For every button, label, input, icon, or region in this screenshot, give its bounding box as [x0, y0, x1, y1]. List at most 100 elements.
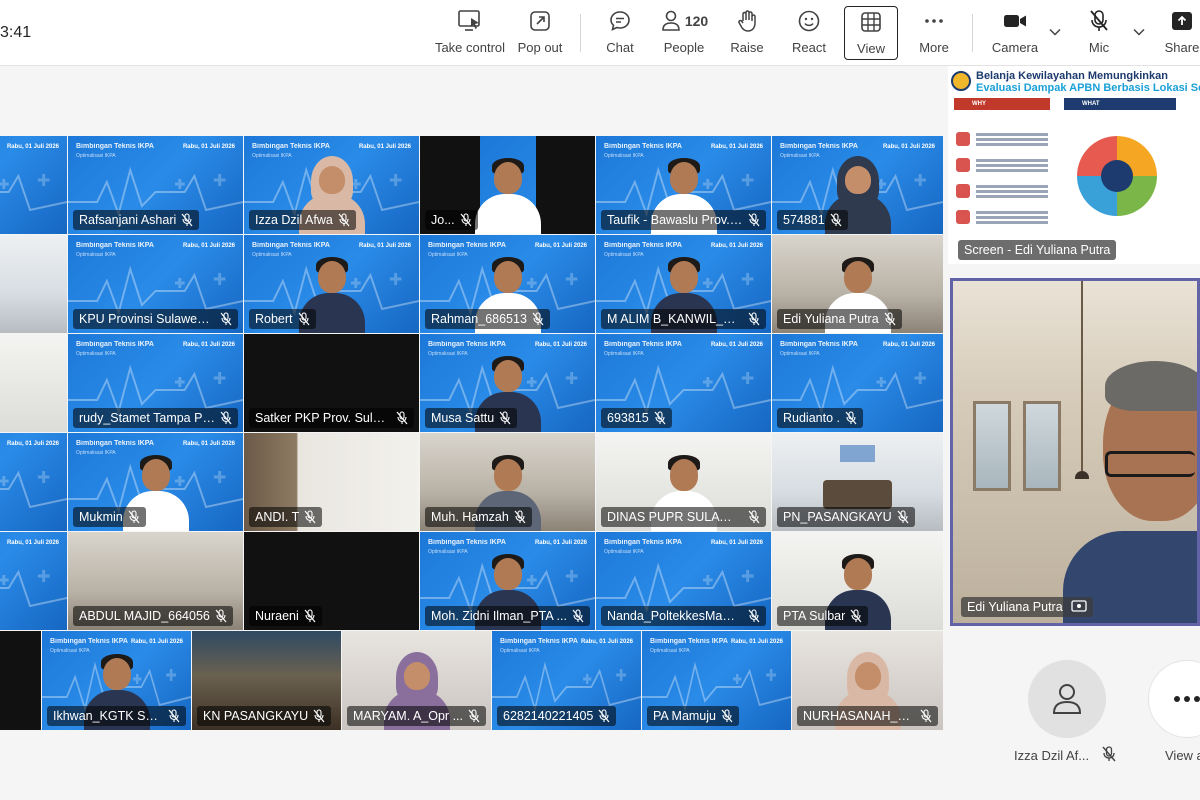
participant-tile[interactable]: Bimbingan Teknis IKPAOptimalisasi IKPA Ra…	[68, 235, 243, 333]
participant-tile[interactable]: DINAS PUPR SULAWES...	[596, 433, 771, 531]
mic-muted-icon	[1102, 746, 1116, 762]
participant-name: Izza Dzil Afwa	[255, 213, 333, 227]
participant-tile[interactable]: Edi Yuliana Putra	[772, 235, 943, 333]
participant-tile[interactable]: ANDI. T	[244, 433, 419, 531]
participant-tile[interactable]: Satker PKP Prov. Sulaw...	[244, 334, 419, 432]
participant-tile[interactable]: Bimbingan Teknis IKPAOptimalisasi IKPARa…	[0, 136, 67, 234]
mic-muted-icon	[845, 411, 857, 425]
meeting-timer: 3:41	[0, 24, 32, 41]
participant-tile[interactable]: Bimbingan Teknis IKPAOptimalisasi IKPARa…	[596, 235, 771, 333]
view-all-button[interactable]	[1148, 660, 1200, 738]
participant-tile[interactable]: Bimbingan Teknis IKPAOptimalisasi IKPARa…	[642, 631, 791, 730]
chat-label: Chat	[606, 40, 634, 55]
participant-tile[interactable]: Muh. Hamzah	[420, 433, 595, 531]
participant-tile[interactable]: Bimbingan Teknis IKPAOptimalisasi IKPARa…	[420, 334, 595, 432]
background-lamp	[1075, 281, 1089, 479]
participant-name-tag: Satker PKP Prov. Sulaw...	[249, 408, 414, 428]
camera-button[interactable]: Camera	[990, 6, 1040, 60]
participant-name-tag: PA Mamuju	[647, 706, 739, 726]
participant-tile[interactable]: Bimbingan Teknis IKPAOptimalisasi IKPARa…	[596, 532, 771, 630]
mic-muted-icon	[920, 709, 932, 723]
mic-options-chevron-icon[interactable]	[1130, 22, 1148, 42]
participant-tile[interactable]: Bimbingan Teknis IKPAOptimalisasi IKPARa…	[0, 532, 67, 630]
participant-tile[interactable]: Bimbingan Teknis IKPAOptimalisasi IKPARa…	[420, 532, 595, 630]
avatar-participant-name: Izza Dzil Af...	[1014, 748, 1090, 763]
participant-avatar[interactable]	[1028, 660, 1106, 738]
participant-tile[interactable]: Bimbingan Teknis IKPAOptimalisasi IKPARa…	[244, 136, 419, 234]
participant-name: 6282140221405	[503, 709, 594, 723]
camera-options-chevron-icon[interactable]	[1046, 22, 1064, 42]
react-button[interactable]: React	[790, 6, 828, 60]
slide-subtitle: Evaluasi Dampak APBN Berbasis Lokasi Sec…	[976, 82, 1200, 94]
view-button[interactable]: View	[844, 6, 898, 60]
participant-tile[interactable]: ABDUL MAJID_664056	[68, 532, 243, 630]
participant-tile[interactable]: Bimbingan Teknis IKPAOptimalisasi IKPARa…	[596, 136, 771, 234]
active-speaker-tile[interactable]: Edi Yuliana Putra	[950, 278, 1200, 626]
participant-tile[interactable]: Bimbingan Teknis IKPAOptimalisasi IKPARa…	[0, 433, 67, 531]
mic-muted-icon	[532, 312, 544, 326]
more-button[interactable]: More	[914, 6, 954, 60]
participant-name: ABDUL MAJID_664056	[79, 609, 210, 623]
hand-icon	[736, 6, 758, 36]
slide-header: Bimbingan Teknis IKPA Optimalisasi IKPA	[650, 638, 728, 654]
slide-header: Bimbingan Teknis IKPA Optimalisasi IKPA	[604, 341, 682, 357]
why-section-bar: WHY	[954, 98, 1050, 110]
slide-date: Rabu, 01 Juli 2026	[580, 639, 633, 645]
participant-tile[interactable]: Bimbingan Teknis IKPAOptimalisasi IKPARa…	[492, 631, 641, 730]
mic-muted-icon	[748, 609, 760, 623]
view-label: View	[857, 41, 885, 56]
slide-date: Rabu, 01 Juli 2026	[710, 144, 763, 150]
participant-tile[interactable]: ...62	[0, 631, 41, 730]
participant-tile[interactable]: Bimbingan Teknis IKPAOptimalisasi IKPARa…	[420, 235, 595, 333]
screen-share-tile[interactable]: Belanja Kewilayahan Memungkinkan Evaluas…	[948, 66, 1200, 264]
what-section-bar: WHAT	[1064, 98, 1176, 110]
share-button[interactable]: Share	[1164, 6, 1200, 60]
participant-tile[interactable]: Bimbingan Teknis IKPAOptimalisasi IKPARa…	[596, 334, 771, 432]
slide-cycle-diagram	[1077, 136, 1157, 216]
participant-tile[interactable]: KN PASANGKAYU	[192, 631, 341, 730]
background-window	[1023, 401, 1061, 491]
participant-tile[interactable]: Jo...	[420, 136, 595, 234]
participant-name: Robert	[255, 312, 293, 326]
participant-name-tag: Robert	[249, 309, 316, 329]
participant-tile[interactable]	[0, 334, 67, 432]
mic-muted-icon	[215, 609, 227, 623]
participant-name-tag: 574881	[777, 210, 848, 230]
participant-tile[interactable]: NURHASANAH_34...	[792, 631, 943, 730]
mic-label: Mic	[1088, 40, 1110, 55]
participant-tile[interactable]: Bimbingan Teknis IKPAOptimalisasi IKPARa…	[772, 136, 943, 234]
participant-tile[interactable]: Bimbingan Teknis IKPAOptimalisasi IKPARa…	[68, 334, 243, 432]
slide-date: Rabu, 01 Juli 2026	[730, 639, 783, 645]
participant-tile[interactable]: Bimbingan Teknis IKPAOptimalisasi IKPARa…	[42, 631, 191, 730]
pop-out-button[interactable]: Pop out	[514, 6, 566, 60]
participant-tile[interactable]: Bimbingan Teknis IKPAOptimalisasi IKPARa…	[68, 136, 243, 234]
participant-tile[interactable]: MARYAM. A_Opr ...	[342, 631, 491, 730]
slide-date: Rabu, 01 Juli 2026	[182, 243, 235, 249]
mic-button[interactable]: Mic	[1082, 6, 1116, 60]
slide-header: Bimbingan Teknis IKPA Optimalisasi IKPA	[76, 242, 154, 258]
participant-tile[interactable]: Bimbingan Teknis IKPAOptimalisasi IKPARa…	[244, 235, 419, 333]
participant-name: PA Mamuju	[653, 709, 716, 723]
participant-tile[interactable]: Bimbingan Teknis IKPAOptimalisasi IKPARa…	[68, 433, 243, 531]
take-control-button[interactable]: Take control	[435, 6, 505, 60]
participant-tile[interactable]: PTA Sulbar	[772, 532, 943, 630]
slide-date: Rabu, 01 Juli 2026	[534, 342, 587, 348]
participant-name: KN PASANGKAYU	[203, 709, 309, 723]
slide-date: Rabu, 01 Juli 2026	[130, 639, 183, 645]
participant-tile[interactable]	[0, 235, 67, 333]
participant-name: Taufik - Bawaslu Prov. ...	[607, 213, 743, 227]
participant-tile[interactable]: PN_PASANGKAYU	[772, 433, 943, 531]
raise-hand-button[interactable]: Raise	[728, 6, 766, 60]
slide-header: Bimbingan Teknis IKPA Optimalisasi IKPA	[76, 341, 154, 357]
chat-button[interactable]: Chat	[600, 6, 640, 60]
participant-name-tag: PN_PASANGKAYU	[777, 507, 915, 527]
slide-date: Rabu, 01 Juli 2026	[882, 342, 935, 348]
pop-out-icon	[528, 6, 552, 36]
participant-tile[interactable]: Nuraeni	[244, 532, 419, 630]
people-button[interactable]: 120 People	[656, 6, 712, 60]
teams-meeting-window: 3:41 Take control Pop out Chat 120 Peopl…	[0, 0, 1200, 800]
participant-tile[interactable]: Bimbingan Teknis IKPAOptimalisasi IKPARa…	[772, 334, 943, 432]
participant-name-tag: Edi Yuliana Putra	[777, 309, 902, 329]
participant-name: NURHASANAH_34...	[803, 709, 915, 723]
participant-name: Ikhwan_KGTK Sulbar	[53, 709, 163, 723]
